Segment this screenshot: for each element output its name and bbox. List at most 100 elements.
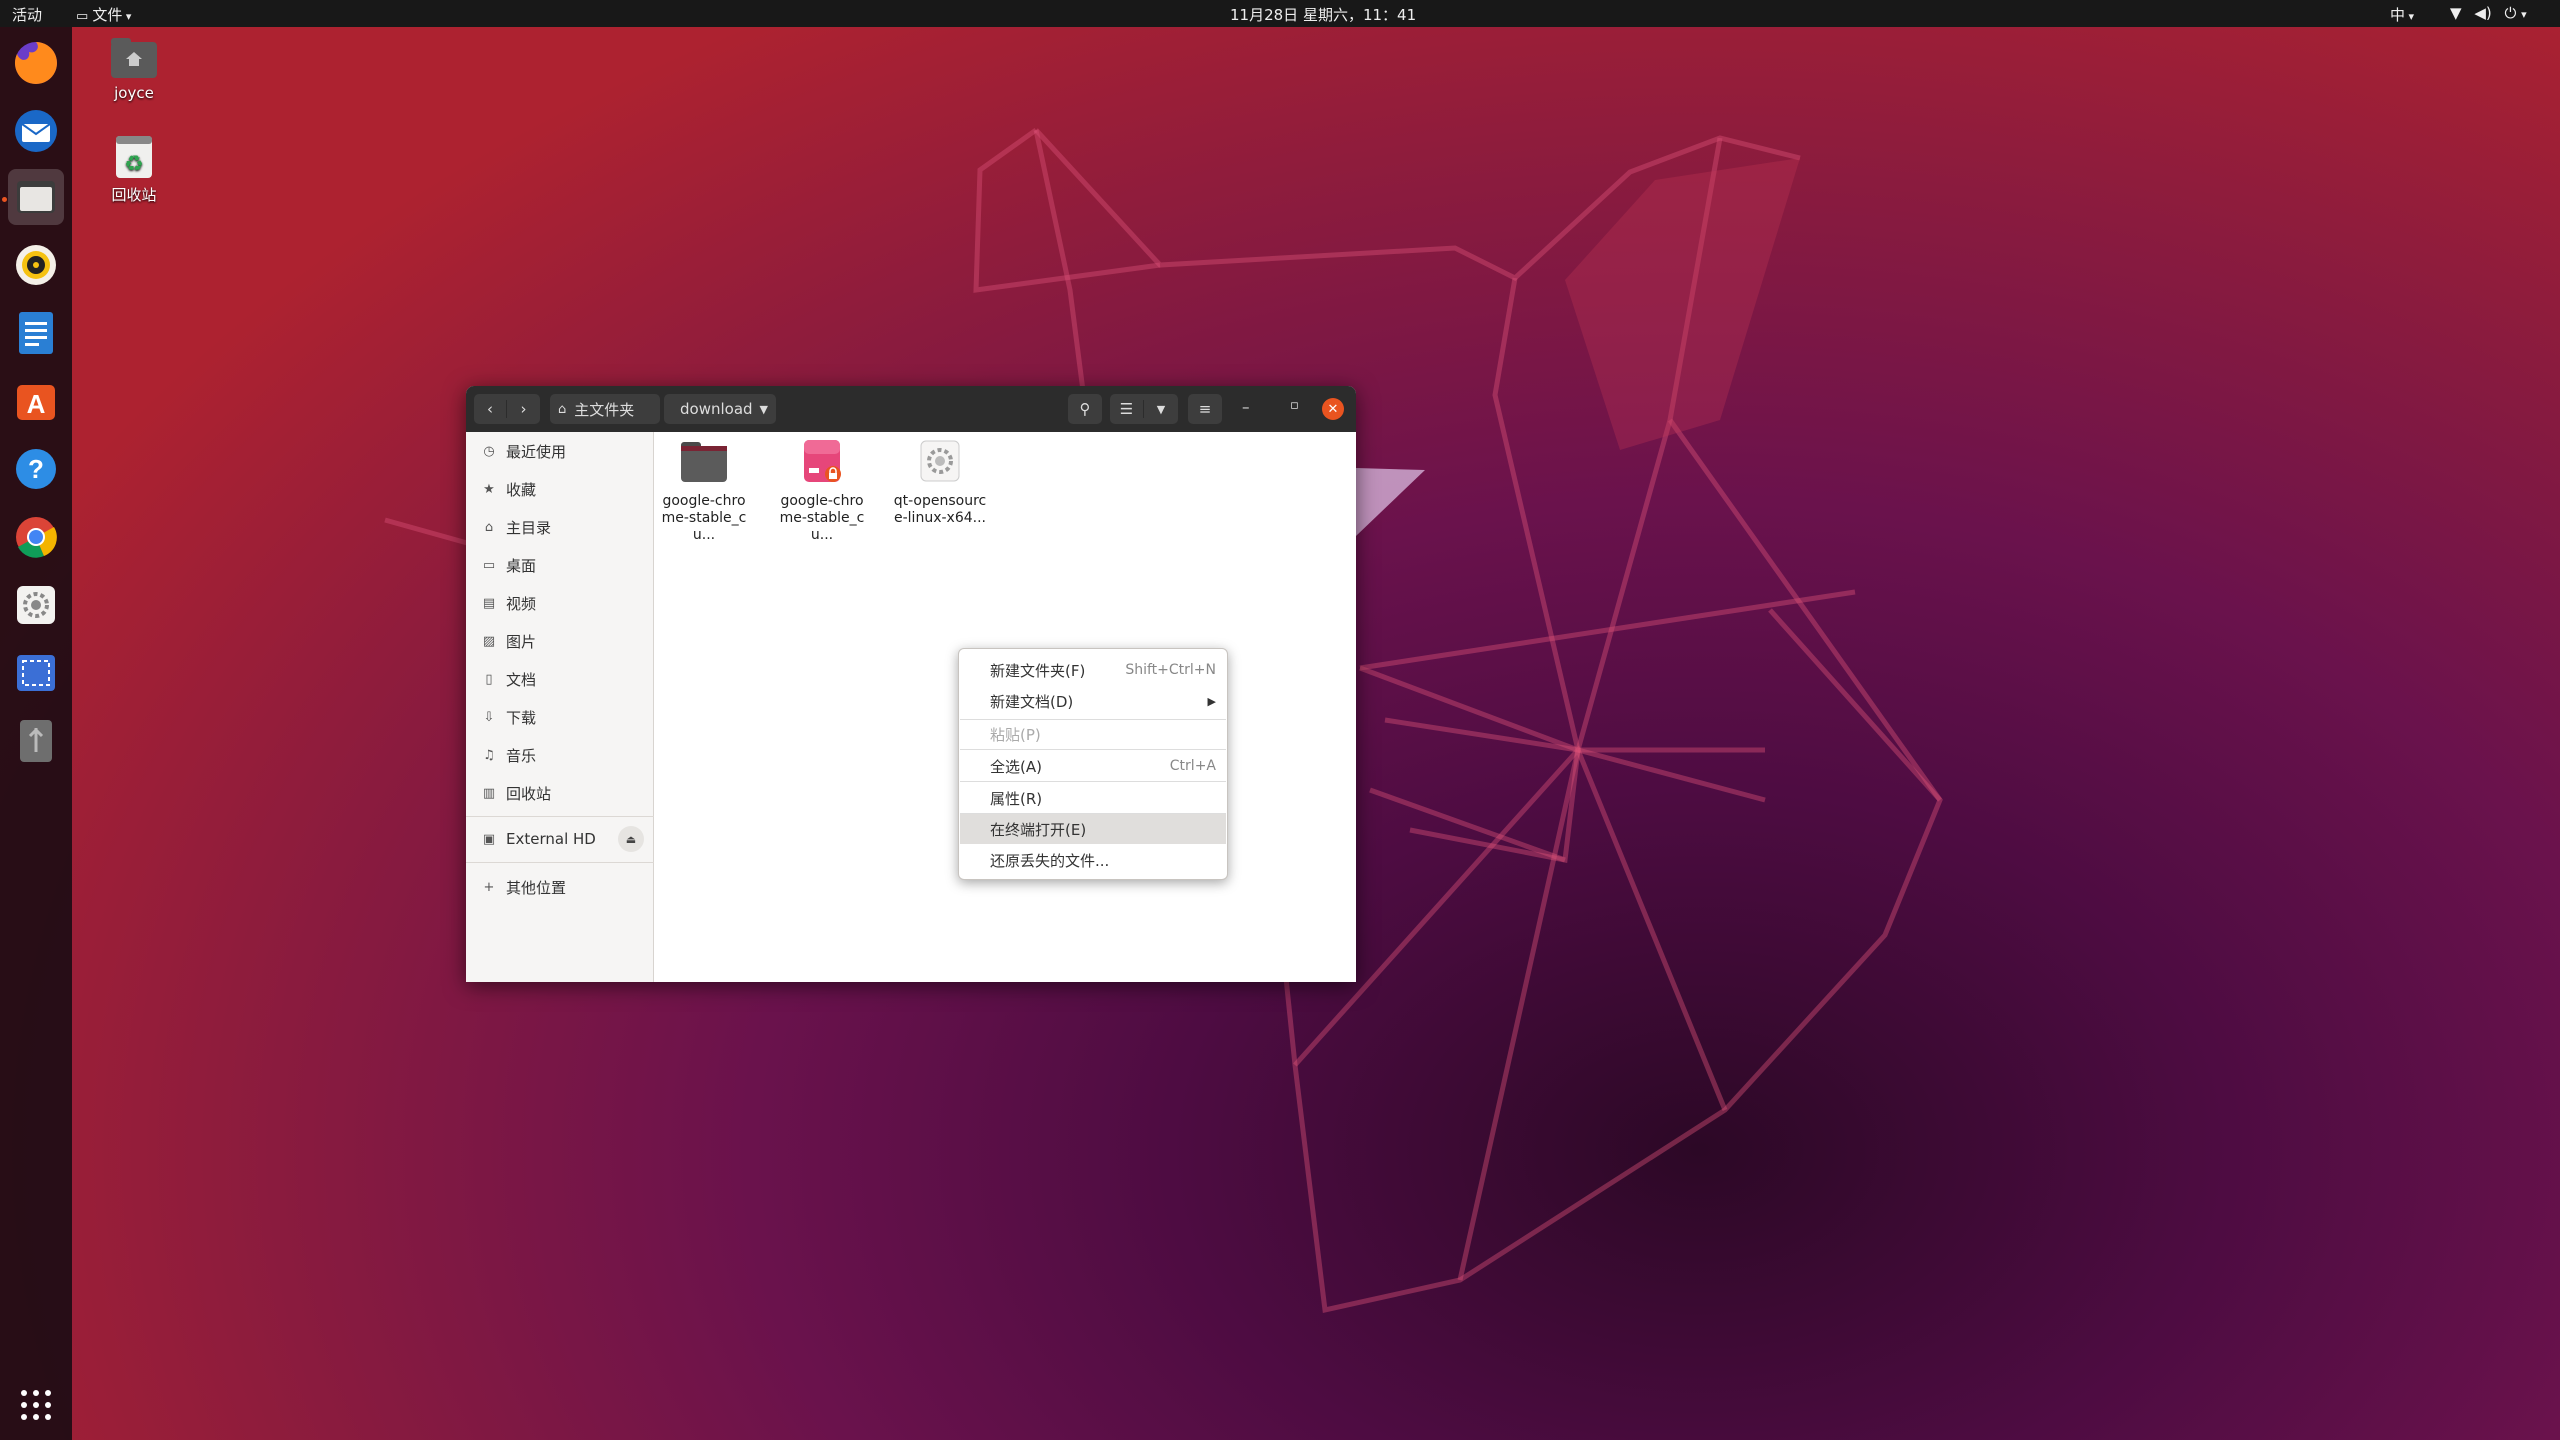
sidebar-item-label: 桌面 bbox=[506, 556, 537, 575]
maximize-icon: ▫ bbox=[1290, 398, 1299, 413]
sidebar-divider bbox=[466, 816, 654, 817]
folder-icon: ▭ bbox=[76, 9, 93, 24]
menu-item-paste[interactable]: 粘贴(P) bbox=[960, 719, 1226, 749]
sidebar-item-label: 其他位置 bbox=[506, 878, 567, 897]
minimize-button[interactable]: – bbox=[1242, 398, 1250, 416]
file-label: qt-opensource-linux-x64... bbox=[893, 493, 987, 526]
chrome-launcher[interactable] bbox=[8, 509, 64, 565]
help-launcher[interactable]: ? bbox=[8, 441, 64, 497]
list-view-button[interactable]: ☰ bbox=[1110, 400, 1144, 418]
minimize-icon: – bbox=[1242, 398, 1250, 416]
path-current-label: download bbox=[680, 400, 753, 418]
path-current-button[interactable]: download ▼ bbox=[664, 394, 776, 424]
file-item[interactable]: qt-opensource-linux-x64... bbox=[892, 438, 988, 527]
view-options-button[interactable]: ▼ bbox=[1144, 403, 1178, 416]
files-launcher[interactable] bbox=[8, 169, 64, 225]
thunderbird-launcher[interactable] bbox=[8, 103, 64, 159]
writer-icon bbox=[19, 312, 53, 354]
software-launcher[interactable]: A bbox=[8, 373, 64, 429]
show-applications-button[interactable] bbox=[8, 1377, 64, 1433]
sidebar-item-other-locations[interactable]: + 其他位置 bbox=[478, 874, 566, 900]
screenshot-launcher[interactable] bbox=[8, 645, 64, 701]
sidebar-item-starred[interactable]: ★ 收藏 bbox=[478, 476, 536, 502]
chevron-right-icon: › bbox=[520, 400, 527, 418]
chevron-down-icon: ▾ bbox=[122, 10, 132, 23]
picture-icon: ▨ bbox=[482, 633, 496, 649]
desktop-trash[interactable]: ♻ 回收站 bbox=[79, 134, 189, 205]
eject-icon: ⏏ bbox=[625, 832, 637, 846]
usb-launcher[interactable] bbox=[8, 713, 64, 769]
context-menu: 新建文件夹(F) Shift+Ctrl+N 新建文档(D) ▶ 粘贴(P) 全选(A… bbox=[958, 648, 1228, 880]
desktop-home-label: joyce bbox=[114, 84, 154, 102]
sidebar-item-label: 音乐 bbox=[506, 746, 537, 765]
firefox-launcher[interactable] bbox=[8, 35, 64, 91]
sidebar-item-pictures[interactable]: ▨ 图片 bbox=[478, 628, 536, 654]
forward-button[interactable]: › bbox=[507, 400, 540, 418]
chevron-down-icon: ▼ bbox=[759, 402, 768, 416]
svg-text:?: ? bbox=[28, 454, 44, 484]
rhythmbox-launcher[interactable] bbox=[8, 237, 64, 293]
document-icon: ▯ bbox=[485, 671, 493, 687]
back-button[interactable]: ‹ bbox=[474, 400, 507, 418]
input-method-indicator[interactable]: 中 ▾ bbox=[2390, 4, 2414, 25]
close-icon: ✕ bbox=[1327, 401, 1339, 417]
chevron-down-icon: ▾ bbox=[2405, 10, 2415, 23]
settings-launcher[interactable] bbox=[8, 577, 64, 633]
app-menu[interactable]: ▭ 文件 ▾ bbox=[76, 4, 131, 25]
sidebar-item-videos[interactable]: ▤ 视频 bbox=[478, 590, 536, 616]
sidebar-item-documents[interactable]: ▯ 文档 bbox=[478, 666, 536, 692]
desktop-home[interactable]: joyce bbox=[79, 36, 189, 102]
maximize-button[interactable]: ▫ bbox=[1290, 398, 1299, 413]
path-home-button[interactable]: ⌂ 主文件夹 bbox=[550, 394, 660, 424]
svg-text:A: A bbox=[27, 389, 46, 419]
eject-button[interactable]: ⏏ bbox=[618, 826, 644, 852]
music-icon: ♫ bbox=[483, 747, 495, 763]
file-item[interactable]: google-chrome-stable_cu... bbox=[656, 440, 752, 544]
close-button[interactable]: ✕ bbox=[1322, 398, 1344, 420]
usb-icon bbox=[20, 720, 52, 762]
desktop-icon: ▭ bbox=[482, 557, 496, 573]
view-buttons: ☰ ▼ bbox=[1110, 394, 1178, 424]
input-method-label: 中 bbox=[2390, 6, 2406, 24]
writer-launcher[interactable] bbox=[8, 305, 64, 361]
sidebar-item-external-hd[interactable]: ▣ External HD ⏏ bbox=[478, 826, 644, 852]
sidebar-item-home[interactable]: ⌂ 主目录 bbox=[478, 514, 551, 540]
menu-item-properties[interactable]: 属性(R) bbox=[960, 783, 1226, 813]
menu-item-new-document[interactable]: 新建文档(D) ▶ bbox=[960, 686, 1226, 716]
wifi-icon: ▼ bbox=[2450, 4, 2462, 22]
menu-item-open-terminal[interactable]: 在终端打开(E) bbox=[960, 814, 1226, 844]
chevron-left-icon: ‹ bbox=[487, 400, 493, 418]
submenu-arrow-icon: ▶ bbox=[1207, 694, 1216, 708]
sidebar-item-desktop[interactable]: ▭ 桌面 bbox=[478, 552, 536, 578]
list-view-icon: ☰ bbox=[1119, 400, 1134, 418]
home-icon: ⌂ bbox=[558, 401, 567, 417]
search-button[interactable]: ⚲ bbox=[1068, 394, 1102, 424]
volume-icon: ◀) bbox=[2474, 4, 2492, 22]
sidebar-item-recent[interactable]: ◷ 最近使用 bbox=[478, 438, 566, 464]
settings-icon bbox=[17, 586, 55, 624]
menu-item-new-folder[interactable]: 新建文件夹(F) Shift+Ctrl+N bbox=[960, 655, 1226, 685]
menu-item-label: 新建文件夹(F) bbox=[990, 661, 1086, 680]
menu-item-select-all[interactable]: 全选(A) Ctrl+A bbox=[960, 751, 1226, 781]
menu-button[interactable]: ≡ bbox=[1188, 394, 1222, 424]
menu-item-shortcut: Shift+Ctrl+N bbox=[1125, 662, 1216, 678]
menu-separator bbox=[960, 781, 1226, 782]
nav-buttons: ‹ › bbox=[474, 394, 540, 424]
sidebar-item-label: 主目录 bbox=[506, 518, 552, 537]
menu-item-label: 还原丢失的文件... bbox=[990, 851, 1110, 870]
menu-item-restore-files[interactable]: 还原丢失的文件... bbox=[960, 845, 1226, 875]
sidebar-item-label: External HD bbox=[506, 830, 596, 848]
sidebar-item-trash[interactable]: ▥ 回收站 bbox=[478, 780, 551, 806]
star-icon: ★ bbox=[483, 481, 495, 497]
sidebar-item-label: 文档 bbox=[506, 670, 537, 689]
sidebar-item-label: 图片 bbox=[506, 632, 537, 651]
sidebar-item-music[interactable]: ♫ 音乐 bbox=[478, 742, 536, 768]
software-icon: A bbox=[17, 385, 55, 420]
system-menu[interactable]: ▼ ◀) ⏻ ▾ bbox=[2450, 4, 2527, 22]
clock[interactable]: 11月28日 星期六，11：41 bbox=[1230, 4, 1416, 25]
activities-button[interactable]: 活动 bbox=[12, 4, 42, 25]
menu-item-label: 全选(A) bbox=[990, 757, 1042, 776]
chevron-down-icon: ▼ bbox=[1156, 402, 1166, 416]
file-item[interactable]: google-chrome-stable_cu... bbox=[774, 438, 870, 544]
sidebar-item-downloads[interactable]: ⇩ 下载 bbox=[478, 704, 536, 730]
